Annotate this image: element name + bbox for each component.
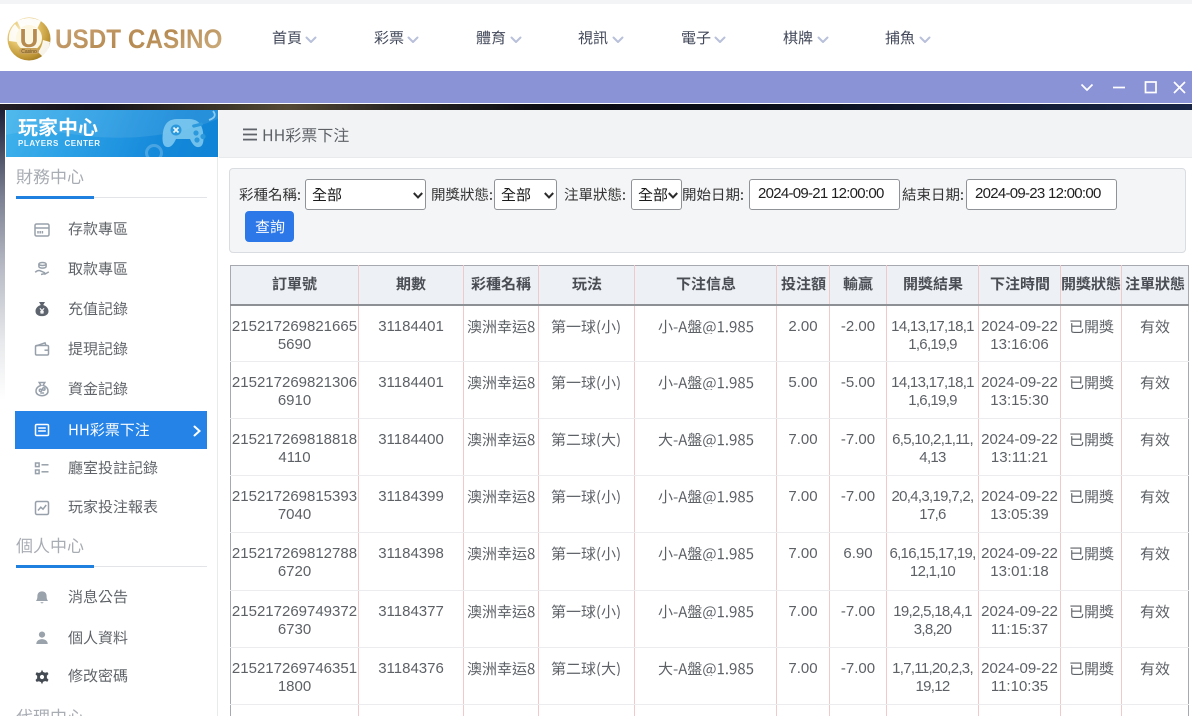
svg-text:Casino: Casino [21,49,37,55]
